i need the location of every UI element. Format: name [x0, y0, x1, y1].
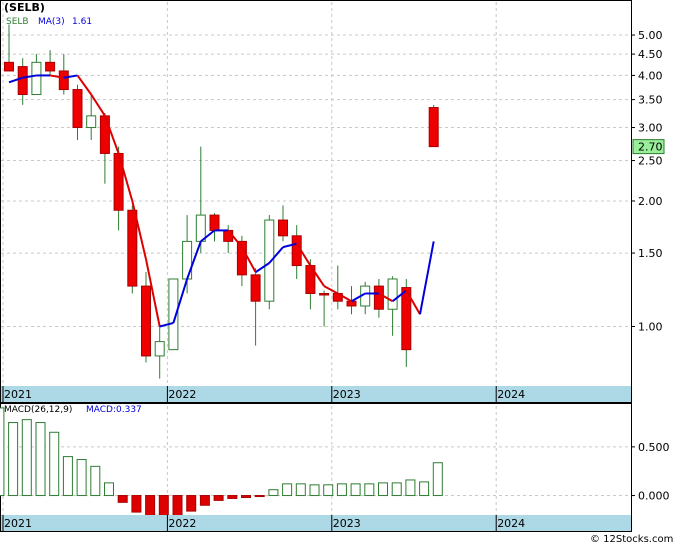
macd-bar-negative: [117, 495, 128, 503]
price-y-tick-label: 4.50: [638, 48, 663, 61]
macd-bar-positive: [104, 482, 115, 497]
legend-ma-value: 1.61: [72, 17, 92, 27]
candle-down: [45, 61, 56, 72]
macd-bar-positive: [295, 483, 306, 497]
candle-down: [428, 107, 439, 148]
price-y-tick-label: 2.00: [638, 195, 663, 208]
price-y-tick-label: 5.00: [638, 29, 663, 42]
macd-legend-params: MACD(26,12,9): [4, 405, 72, 415]
legend-symbol: SELB: [6, 17, 29, 27]
macd-bar-positive: [21, 419, 32, 497]
macd-bar-positive: [336, 483, 347, 497]
candle-down: [223, 229, 234, 242]
macd-bar-positive: [405, 479, 416, 497]
macd-y-axis: 0.000 0.500: [631, 441, 670, 503]
macd-bar-negative: [186, 495, 197, 512]
candle-down: [99, 115, 110, 154]
price-x-tick-label: 2022: [168, 388, 196, 401]
last-price-tag: 2.70: [632, 139, 665, 155]
candle-down: [141, 285, 151, 357]
macd-bar-positive: [90, 465, 101, 497]
macd-bar-negative: [213, 495, 224, 501]
macd-bar-positive: [8, 422, 19, 497]
macd-bar-positive: [0, 407, 5, 497]
macd-bar-positive: [309, 484, 320, 497]
stock-chart: 1.00 1.50 2.00 2.50 3.00 3.50 4.00 4.50 5.00 202…: [0, 0, 673, 545]
macd-bar-negative: [227, 495, 238, 499]
macd-bar-positive: [76, 459, 87, 497]
macd-bar-positive: [419, 481, 430, 497]
last-price-value: 2.70: [638, 141, 663, 154]
price-x-axis-band: [1, 386, 631, 402]
macd-bar-positive: [378, 482, 389, 497]
price-y-tick-label: 3.00: [638, 122, 663, 135]
macd-bar-negative: [199, 495, 210, 506]
macd-bar-negative: [172, 495, 183, 518]
macd-x-tick-label: 2024: [497, 517, 525, 530]
price-panel: 1.00 1.50 2.00 2.50 3.00 3.50 4.00 4.50 5.00 202…: [0, 0, 665, 403]
macd-bar-negative: [254, 495, 265, 498]
macd-bar-positive: [350, 483, 361, 497]
macd-x-tick-label: 2021: [4, 517, 32, 530]
price-y-tick-label: 1.50: [638, 247, 663, 260]
macd-x-axis-band: [1, 515, 631, 531]
candle-down: [17, 66, 28, 96]
candle-up: [86, 115, 97, 129]
candle-down: [278, 219, 288, 237]
candle-down: [58, 70, 69, 91]
macd-bar-negative: [241, 495, 252, 498]
price-panel-frame: [0, 0, 632, 403]
candle-down: [250, 274, 261, 302]
macd-bar-negative: [131, 495, 142, 513]
price-x-tick-label: 2023: [333, 388, 361, 401]
macd-bar-positive: [364, 483, 375, 497]
price-y-tick-label: 1.00: [638, 321, 663, 334]
candle-up: [195, 214, 206, 242]
price-x-tick-label: 2024: [497, 388, 525, 401]
candle-up: [154, 341, 165, 357]
legend-ma: MA(3): [38, 17, 65, 27]
macd-bar-positive: [35, 422, 46, 497]
candle-down: [346, 300, 357, 307]
candle-up: [182, 240, 193, 280]
macd-x-tick-label: 2022: [168, 517, 196, 530]
macd-panel: 0.000 0.500 2021 2022 2023 2024 MACD(26,12,9…: [0, 403, 670, 532]
ticker-label: (SELB): [4, 1, 45, 14]
macd-bar-positive: [391, 482, 402, 497]
macd-x-tick-label: 2023: [333, 517, 361, 530]
site-credit: © 12Stocks.com: [590, 534, 673, 545]
candle-up: [387, 278, 398, 310]
candle-down: [72, 89, 83, 129]
candle-down: [319, 292, 330, 296]
candle-down: [209, 214, 220, 231]
macd-bar-positive: [323, 484, 334, 497]
macd-bar-positive: [62, 456, 73, 497]
price-y-tick-label: 3.50: [638, 94, 663, 107]
macd-legend-value: MACD:0.337: [86, 405, 142, 415]
price-x-tick-label: 2021: [4, 388, 32, 401]
macd-bar-positive: [432, 462, 443, 497]
macd-bar-positive: [268, 489, 279, 497]
price-y-tick-label: 4.00: [638, 69, 663, 82]
candle-down: [127, 209, 138, 287]
macd-y-tick-label: 0.000: [638, 490, 670, 503]
candle-down: [373, 285, 384, 310]
price-y-tick-label: 2.50: [638, 155, 663, 168]
price-y-axis: 1.00 1.50 2.00 2.50 3.00 3.50 4.00 4.50 5.00: [631, 29, 663, 334]
macd-bar-positive: [282, 483, 293, 497]
macd-bar-positive: [49, 431, 60, 497]
macd-y-tick-label: 0.500: [638, 441, 670, 454]
candle-up: [31, 61, 42, 96]
candle-down: [291, 235, 302, 267]
candle-down: [4, 61, 14, 72]
